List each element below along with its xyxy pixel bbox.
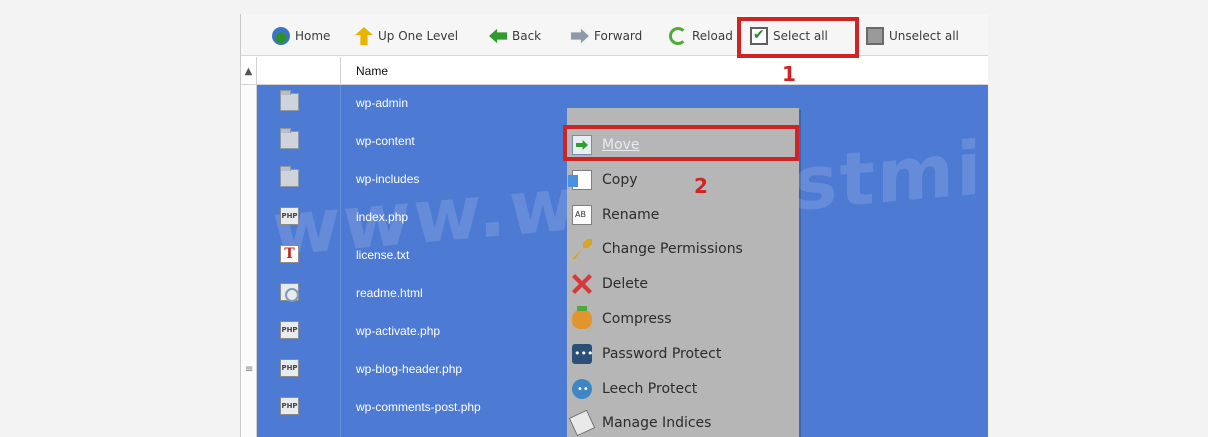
rename-label: Rename xyxy=(602,207,660,223)
back-button[interactable]: Back xyxy=(489,25,541,47)
folder-icon xyxy=(280,128,299,149)
file-name: wp-activate.php xyxy=(356,324,441,338)
reload-label: Reload xyxy=(692,29,733,43)
compress-label: Compress xyxy=(602,311,672,327)
php-file-icon: PHP xyxy=(280,321,299,339)
forward-button[interactable]: Forward xyxy=(571,25,642,47)
annotation-number-1: 1 xyxy=(782,62,796,86)
file-name: readme.html xyxy=(356,286,423,300)
annotation-number-2: 2 xyxy=(694,174,708,198)
home-label: Home xyxy=(295,29,331,43)
unselect-all-button[interactable]: Unselect all xyxy=(866,25,959,47)
compress-icon xyxy=(572,306,592,329)
forward-arrow-icon xyxy=(571,28,589,44)
toolbar: Home Up One Level Back Forward Reload Se… xyxy=(241,14,988,56)
php-file-icon: PHP xyxy=(280,207,299,225)
copy-icon xyxy=(568,170,592,190)
copy-menu-item[interactable]: Copy xyxy=(567,163,799,197)
delete-x-icon xyxy=(572,274,592,294)
password-protect-label: Password Protect xyxy=(602,346,722,362)
folder-icon xyxy=(280,166,299,187)
file-name: license.txt xyxy=(356,248,410,262)
manage-indices-label: Manage Indices xyxy=(602,415,712,431)
forward-label: Forward xyxy=(594,29,643,43)
change-permissions-menu-item[interactable]: Change Permissions xyxy=(567,232,799,266)
scrollbar-grip-icon[interactable]: ≡ xyxy=(245,365,253,375)
php-file-icon: PHP xyxy=(280,359,299,377)
delete-menu-item[interactable]: Delete xyxy=(567,267,799,301)
scroll-up-arrow-icon[interactable]: ▲ xyxy=(241,57,257,85)
page-background: Home Up One Level Back Forward Reload Se… xyxy=(0,0,1208,437)
copy-label: Copy xyxy=(602,172,638,188)
password-icon xyxy=(572,344,593,364)
file-name: index.php xyxy=(356,210,409,224)
reload-button[interactable]: Reload xyxy=(669,25,733,47)
php-file-icon: PHP xyxy=(280,397,299,415)
rename-menu-item[interactable]: Rename xyxy=(567,198,799,232)
up-arrow-icon xyxy=(355,27,373,45)
file-name: wp-comments-post.php xyxy=(356,400,481,414)
file-name: wp-includes xyxy=(356,172,420,186)
table-header: ▲ Name xyxy=(241,57,988,85)
manage-indices-menu-item[interactable]: Manage Indices xyxy=(567,406,799,437)
back-arrow-icon xyxy=(489,28,507,44)
file-name: wp-admin xyxy=(356,96,409,110)
rename-icon xyxy=(572,205,592,225)
home-icon xyxy=(272,27,290,45)
key-icon xyxy=(572,239,592,259)
unchecked-box-icon xyxy=(866,27,884,45)
annotation-box-move xyxy=(563,125,799,161)
back-label: Back xyxy=(512,29,542,43)
html-file-icon xyxy=(280,283,299,302)
manage-indices-icon xyxy=(568,409,596,437)
file-name: wp-content xyxy=(356,134,415,148)
up-one-level-button[interactable]: Up One Level xyxy=(355,25,458,47)
annotation-box-select-all xyxy=(737,17,859,58)
leech-protect-menu-item[interactable]: Leech Protect xyxy=(567,372,799,406)
folder-icon xyxy=(280,90,299,111)
password-protect-menu-item[interactable]: Password Protect xyxy=(567,337,799,371)
leech-protect-icon xyxy=(572,379,592,399)
home-button[interactable]: Home xyxy=(272,25,330,47)
name-column-header[interactable]: Name xyxy=(356,64,388,78)
change-permissions-label: Change Permissions xyxy=(602,241,743,257)
reload-icon xyxy=(669,27,687,45)
compress-menu-item[interactable]: Compress xyxy=(567,302,799,336)
vertical-scrollbar[interactable]: ≡ xyxy=(241,85,257,437)
unselect-all-label: Unselect all xyxy=(889,29,959,43)
up-one-level-label: Up One Level xyxy=(378,29,459,43)
text-file-icon: T xyxy=(280,245,299,263)
delete-label: Delete xyxy=(602,276,648,292)
leech-protect-label: Leech Protect xyxy=(602,381,698,397)
file-name: wp-blog-header.php xyxy=(356,362,463,376)
file-manager-panel: Home Up One Level Back Forward Reload Se… xyxy=(240,14,988,437)
column-divider xyxy=(340,57,341,85)
